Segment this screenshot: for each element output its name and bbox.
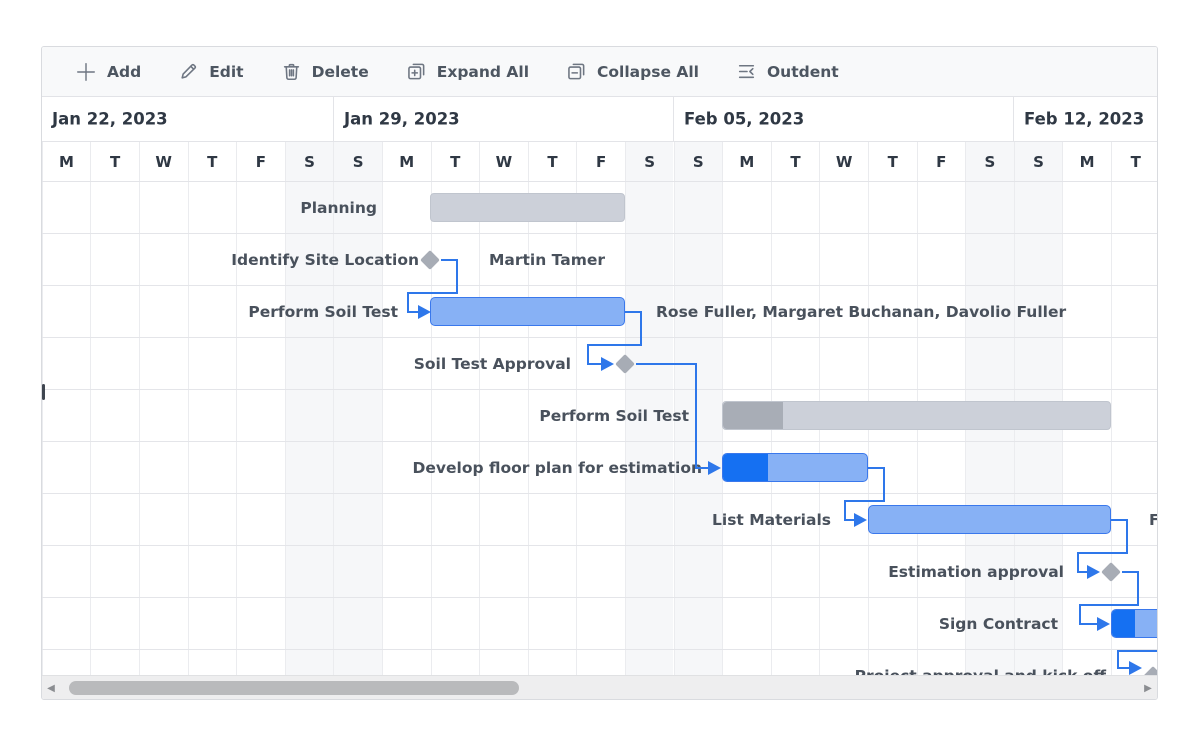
task-label: Sign Contract bbox=[939, 598, 1058, 650]
day-header-cell: M bbox=[1062, 142, 1111, 181]
task-label: Soil Test Approval bbox=[414, 338, 571, 390]
week-header-label: Feb 12, 2023 bbox=[1024, 110, 1144, 129]
toolbar-button-label: Outdent bbox=[767, 63, 839, 81]
day-header-cell: T bbox=[90, 142, 139, 181]
day-header-cell: S bbox=[285, 142, 334, 181]
text-cursor-artifact bbox=[42, 384, 45, 400]
task-bar[interactable] bbox=[430, 297, 625, 326]
timeline-week-tier: Jan 22, 2023 Jan 29, 2023 Feb 05, 2023 Feb … bbox=[42, 97, 1157, 142]
day-header-cell: T bbox=[868, 142, 917, 181]
day-header-cell: T bbox=[188, 142, 237, 181]
scrollbar-thumb[interactable] bbox=[69, 681, 519, 695]
day-header-cell: S bbox=[625, 142, 674, 181]
toolbar-button-label: Delete bbox=[312, 63, 369, 81]
expand-all-icon bbox=[406, 61, 427, 82]
plus-icon bbox=[75, 61, 97, 83]
toolbar-button-collapse-all[interactable]: Collapse All bbox=[566, 61, 699, 82]
day-header-cell: M bbox=[382, 142, 431, 181]
day-header-cell: T bbox=[528, 142, 577, 181]
task-label: Identify Site Location bbox=[231, 234, 419, 286]
week-header-label: Feb 05, 2023 bbox=[684, 110, 804, 129]
day-header-cell: S bbox=[674, 142, 723, 181]
collapse-all-icon bbox=[566, 61, 587, 82]
day-header-cell: S bbox=[333, 142, 382, 181]
toolbar-button-edit[interactable]: Edit bbox=[178, 61, 243, 82]
toolbar-button-label: Expand All bbox=[437, 63, 529, 81]
assignee-label: Martin Tamer bbox=[489, 234, 605, 286]
day-header-cell: F bbox=[236, 142, 285, 181]
day-header-cell: T bbox=[771, 142, 820, 181]
day-header-cell: T bbox=[431, 142, 480, 181]
day-header-cell: S bbox=[1014, 142, 1063, 181]
day-header-cell: F bbox=[917, 142, 966, 181]
task-progress bbox=[723, 402, 783, 429]
grid-row bbox=[42, 338, 1157, 390]
task-bar[interactable] bbox=[722, 453, 868, 482]
assignee-label: F bbox=[1149, 494, 1157, 546]
assignee-label: Rose Fuller, Margaret Buchanan, Davolio … bbox=[656, 286, 1066, 338]
task-label: Estimation approval bbox=[888, 546, 1064, 598]
pencil-icon bbox=[178, 61, 199, 82]
day-header-cell: F bbox=[576, 142, 625, 181]
task-bar[interactable] bbox=[1111, 609, 1157, 638]
toolbar-button-label: Add bbox=[107, 63, 141, 81]
day-header-cell: W bbox=[139, 142, 188, 181]
week-header-cell: Jan 22, 2023 bbox=[42, 97, 333, 141]
gantt-widget: Add Edit Delete Expand All Collapse All Outde… bbox=[41, 46, 1158, 700]
week-header-label: Jan 22, 2023 bbox=[52, 110, 168, 129]
day-header-cell: W bbox=[479, 142, 528, 181]
task-label: Develop floor plan for estimation bbox=[413, 442, 702, 494]
week-header-cell: Feb 05, 2023 bbox=[673, 97, 1013, 141]
trash-icon bbox=[281, 61, 302, 82]
task-label: List Materials bbox=[712, 494, 831, 546]
task-progress bbox=[723, 454, 768, 481]
day-header-cell: W bbox=[819, 142, 868, 181]
toolbar-button-delete[interactable]: Delete bbox=[281, 61, 369, 82]
task-bar[interactable] bbox=[868, 505, 1111, 534]
task-label: Perform Soil Test bbox=[248, 286, 398, 338]
toolbar-button-label: Edit bbox=[209, 63, 243, 81]
scrollbar-left-arrow-icon[interactable]: ◀ bbox=[42, 676, 60, 700]
task-label: Planning bbox=[300, 182, 377, 234]
day-header-cell: M bbox=[722, 142, 771, 181]
outdent-icon bbox=[736, 61, 757, 82]
horizontal-scrollbar[interactable]: ◀ ▶ bbox=[42, 675, 1157, 700]
task-bar[interactable] bbox=[430, 193, 625, 222]
toolbar: Add Edit Delete Expand All Collapse All Outde… bbox=[42, 47, 1157, 97]
week-header-cell: Feb 12, 2023 bbox=[1013, 97, 1157, 141]
day-header-cell: S bbox=[965, 142, 1014, 181]
week-header-label: Jan 29, 2023 bbox=[344, 110, 460, 129]
week-header-cell: Jan 29, 2023 bbox=[333, 97, 673, 141]
task-label: Project approval and kick off bbox=[855, 650, 1106, 675]
timeline-day-tier: MTWTFSSMTWTFSSMTWTFSSMT bbox=[42, 142, 1157, 182]
day-header-cell: T bbox=[1111, 142, 1157, 181]
task-label: Perform Soil Test bbox=[539, 390, 689, 442]
scrollbar-right-arrow-icon[interactable]: ▶ bbox=[1139, 676, 1157, 700]
toolbar-button-expand-all[interactable]: Expand All bbox=[406, 61, 529, 82]
gantt-chart-body: PlanningIdentify Site Location Martin Tam… bbox=[42, 182, 1157, 675]
toolbar-button-label: Collapse All bbox=[597, 63, 699, 81]
day-header-cell: M bbox=[42, 142, 90, 181]
toolbar-button-add[interactable]: Add bbox=[75, 61, 141, 83]
task-bar[interactable] bbox=[722, 401, 1111, 430]
toolbar-button-outdent[interactable]: Outdent bbox=[736, 61, 839, 82]
task-progress bbox=[1112, 610, 1135, 637]
